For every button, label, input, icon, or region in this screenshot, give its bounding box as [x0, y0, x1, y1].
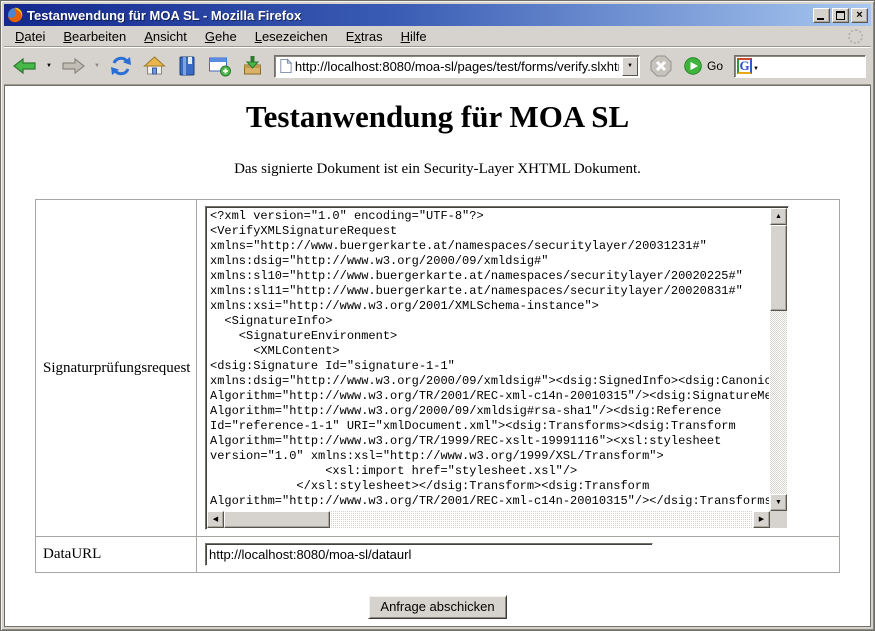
address-dropdown-button[interactable]: ▼: [622, 57, 638, 76]
page-icon: [278, 58, 293, 74]
go-label: Go: [707, 59, 723, 73]
page-subtitle: Das signierte Dokument ist ein Security-…: [5, 161, 870, 178]
horizontal-scrollbar-thumb[interactable]: [224, 511, 330, 528]
submit-button[interactable]: Anfrage abschicken: [368, 595, 506, 619]
dataurl-label: DataURL: [36, 537, 197, 573]
page-title: Testanwendung für MOA SL: [5, 99, 870, 135]
menu-item-lesezeichen[interactable]: Lesezeichen: [246, 27, 337, 46]
search-bar: G ▼: [734, 55, 866, 78]
title-bar[interactable]: Testanwendung für MOA SL - Mozilla Firef…: [4, 4, 871, 26]
submit-row: Anfrage abschicken: [5, 595, 870, 619]
menu-item-ansicht[interactable]: Ansicht: [135, 27, 196, 46]
scrollbar-corner: [770, 511, 787, 528]
address-input[interactable]: [293, 58, 621, 75]
back-dropdown-icon[interactable]: ▼: [43, 63, 55, 69]
close-button[interactable]: ×: [851, 8, 868, 23]
downloads-icon: [240, 54, 265, 78]
forward-dropdown-icon[interactable]: ▼: [91, 63, 103, 69]
forward-icon: [60, 54, 86, 78]
navigation-toolbar: ▼ ▼: [4, 47, 871, 85]
go-icon: [683, 56, 703, 76]
search-engine-dropdown-icon[interactable]: ▼: [753, 60, 759, 72]
forward-button[interactable]: [57, 51, 89, 81]
browser-window: Testanwendung für MOA SL - Mozilla Firef…: [0, 0, 875, 631]
minimize-icon: [817, 18, 824, 20]
back-icon: [12, 54, 38, 78]
stop-icon: [649, 54, 673, 78]
google-search-icon: G: [737, 58, 752, 74]
menu-item-gehe[interactable]: Gehe: [196, 27, 246, 46]
chevron-down-icon: ▼: [627, 63, 633, 69]
scroll-right-icon: ▶: [759, 516, 764, 523]
minimize-button[interactable]: [813, 8, 830, 23]
address-bar: ▼: [274, 55, 640, 78]
menu-item-hilfe[interactable]: Hilfe: [392, 27, 436, 46]
request-form-table: Signaturprüfungsrequest <?xml version="1…: [35, 199, 840, 573]
table-row-request: Signaturprüfungsrequest <?xml version="1…: [36, 200, 840, 537]
home-button[interactable]: [139, 51, 170, 81]
request-xml-content: <?xml version="1.0" encoding="UTF-8"?> <…: [210, 209, 769, 510]
go-button[interactable]: Go: [678, 53, 728, 79]
vertical-scrollbar-thumb[interactable]: [770, 225, 787, 311]
maximize-button[interactable]: [832, 8, 849, 23]
back-button[interactable]: [9, 51, 41, 81]
request-label: Signaturprüfungsrequest: [36, 200, 197, 537]
request-xml-textarea[interactable]: <?xml version="1.0" encoding="UTF-8"?> <…: [205, 206, 789, 530]
menu-item-extras[interactable]: Extras: [337, 27, 392, 46]
menu-item-datei[interactable]: Datei: [6, 27, 54, 46]
search-input[interactable]: [760, 58, 865, 74]
page-content: Testanwendung für MOA SL Das signierte D…: [4, 85, 871, 627]
new-window-button[interactable]: [204, 51, 235, 81]
horizontal-scrollbar[interactable]: ◀ ▶: [207, 511, 770, 528]
scroll-up-icon: ▲: [775, 213, 782, 220]
scroll-left-button[interactable]: ◀: [207, 511, 224, 528]
vertical-scrollbar[interactable]: ▲ ▼: [770, 208, 787, 511]
close-icon: ×: [856, 9, 862, 21]
scroll-down-button[interactable]: ▼: [770, 494, 787, 511]
bookmarks-icon: [175, 54, 199, 78]
bookmarks-button[interactable]: [172, 51, 202, 81]
scroll-down-icon: ▼: [775, 499, 782, 506]
downloads-button[interactable]: [237, 51, 268, 81]
stop-button[interactable]: [646, 51, 676, 81]
scroll-right-button[interactable]: ▶: [753, 511, 770, 528]
scroll-left-icon: ◀: [213, 516, 218, 523]
scroll-up-button[interactable]: ▲: [770, 208, 787, 225]
throbber-icon: [848, 29, 863, 44]
window-title: Testanwendung für MOA SL - Mozilla Firef…: [27, 8, 809, 23]
reload-button[interactable]: [105, 51, 137, 81]
window-controls: ×: [813, 8, 868, 23]
new-window-icon: [207, 54, 232, 78]
home-icon: [142, 54, 167, 78]
horizontal-scrollbar-track[interactable]: [224, 511, 753, 528]
vertical-scrollbar-track[interactable]: [770, 225, 787, 494]
maximize-icon: [836, 11, 845, 20]
firefox-icon: [7, 7, 23, 23]
table-row-dataurl: DataURL: [36, 537, 840, 573]
menu-bar: Datei Bearbeiten Ansicht Gehe Lesezeiche…: [4, 26, 871, 47]
reload-icon: [108, 54, 134, 78]
menu-item-bearbeiten[interactable]: Bearbeiten: [54, 27, 135, 46]
dataurl-input[interactable]: [205, 543, 653, 566]
